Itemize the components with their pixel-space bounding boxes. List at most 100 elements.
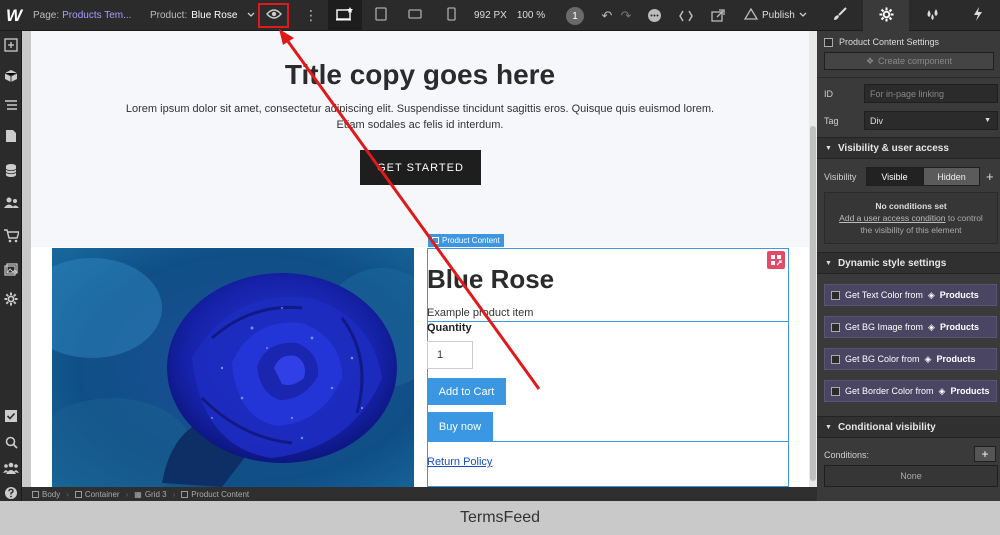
conditions-label: Conditions:: [824, 450, 870, 460]
product-label: Product:: [150, 10, 188, 21]
buy-now-button[interactable]: Buy now: [427, 412, 493, 441]
breadcrumb-item-container[interactable]: Container: [74, 490, 120, 499]
product-selector[interactable]: Product: Blue Rose: [150, 0, 255, 31]
quantity-label: Quantity: [427, 322, 472, 334]
breakpoint-landscape-button[interactable]: [398, 0, 432, 31]
add-user-access-condition-link[interactable]: Add a user access condition: [839, 213, 945, 223]
undo-icon[interactable]: ↶: [597, 0, 617, 31]
dynamic-item-label: Get BG Color from: [845, 354, 920, 364]
zoom-level: 100 %: [516, 10, 546, 21]
dynamic-item-label: Get BG Image from: [845, 322, 924, 332]
export-icon[interactable]: [708, 0, 728, 31]
breakpoint-portrait-button[interactable]: [434, 0, 468, 31]
section-conditional-label: Conditional visibility: [837, 421, 936, 433]
add-condition-button[interactable]: +: [974, 446, 996, 462]
breadcrumb-item-body[interactable]: Body: [32, 490, 60, 499]
tab-interactions[interactable]: [955, 0, 1000, 31]
add-to-cart-button[interactable]: Add to Cart: [427, 378, 506, 405]
team-icon[interactable]: [2, 459, 20, 477]
breakpoint-desktop-button[interactable]: [328, 0, 362, 31]
section-dynamic-style[interactable]: ▼ Dynamic style settings: [817, 252, 1000, 274]
publish-button[interactable]: Publish: [743, 0, 807, 31]
dynamic-bg-color-item[interactable]: Get BG Color from ◈ Products: [824, 348, 997, 370]
ecommerce-cart-icon[interactable]: [2, 227, 20, 245]
navigator-icon[interactable]: [2, 97, 20, 115]
create-component-button[interactable]: ❖ Create component: [824, 52, 994, 70]
tag-icon: ◈: [938, 385, 946, 396]
element-settings-icon[interactable]: [767, 251, 785, 269]
breakpoint-tablet-button[interactable]: [364, 0, 398, 31]
help-icon[interactable]: [2, 484, 20, 502]
checkbox[interactable]: [831, 290, 840, 300]
page-label: Page:: [33, 10, 60, 21]
tag-select[interactable]: Div ▼: [864, 111, 998, 130]
dynamic-item-label: Get Border Color from: [845, 386, 934, 396]
get-started-button[interactable]: GET STARTED: [360, 150, 481, 185]
breadcrumb-item-product-content[interactable]: Product Content: [181, 490, 249, 499]
canvas-size-readout: 992 PX 100 %: [474, 0, 545, 31]
top-toolbar: W Page: Products Tem... Product: Blue Ro…: [0, 0, 1000, 31]
tab-interactions-drops[interactable]: [909, 0, 955, 31]
dynamic-source: Products: [950, 386, 990, 396]
page-name: Products Tem...: [62, 10, 132, 21]
scrollbar-thumb[interactable]: [810, 126, 816, 481]
code-icon[interactable]: [676, 0, 696, 31]
hidden-toggle[interactable]: Hidden: [923, 167, 980, 186]
quantity-input[interactable]: 1: [427, 341, 473, 369]
symbols-cube-icon[interactable]: [2, 67, 20, 85]
hero-section[interactable]: Title copy goes here Lorem ipsum dolor s…: [31, 31, 809, 247]
audit-check-icon[interactable]: [2, 407, 20, 425]
add-panel-icon[interactable]: [2, 36, 20, 54]
hero-paragraph[interactable]: Lorem ipsum dolor sit amet, consectetur …: [121, 101, 719, 133]
breadcrumb-label: Grid 3: [144, 489, 167, 499]
checkbox[interactable]: [831, 354, 840, 364]
product-title[interactable]: Blue Rose: [427, 264, 554, 295]
canvas-scrollbar[interactable]: [809, 31, 817, 487]
section-conditional-visibility[interactable]: ▼ Conditional visibility: [817, 416, 1000, 438]
visible-toggle[interactable]: Visible: [866, 167, 923, 186]
cms-database-icon[interactable]: [2, 161, 20, 179]
preview-button[interactable]: [258, 3, 289, 28]
comments-icon[interactable]: [644, 0, 664, 31]
design-canvas[interactable]: Title copy goes here Lorem ipsum dolor s…: [31, 31, 809, 487]
tab-style[interactable]: [817, 0, 863, 31]
dynamic-bg-image-item[interactable]: Get BG Image from ◈ Products: [824, 316, 997, 338]
return-policy-link[interactable]: Return Policy: [427, 456, 492, 468]
section-visibility-label: Visibility & user access: [837, 142, 949, 154]
element-settings-label: Product Content Settings: [839, 37, 940, 47]
tablet-icon: [375, 7, 387, 24]
checkbox[interactable]: [831, 322, 840, 332]
product-image[interactable]: [52, 248, 414, 487]
more-options-icon[interactable]: ⋮: [304, 0, 318, 31]
element-checkbox[interactable]: [824, 37, 833, 47]
checkbox[interactable]: [831, 386, 840, 396]
hero-title[interactable]: Title copy goes here: [31, 59, 809, 91]
section-visibility[interactable]: ▼ Visibility & user access: [817, 137, 1000, 159]
dynamic-text-color-item[interactable]: Get Text Color from ◈ Products: [824, 284, 997, 306]
add-plus-icon[interactable]: +: [986, 169, 994, 184]
page-selector[interactable]: Page: Products Tem...: [33, 0, 131, 31]
settings-gear-icon[interactable]: [2, 290, 20, 308]
users-icon[interactable]: [2, 194, 20, 212]
breadcrumb-item-grid[interactable]: ▦ Grid 3: [134, 490, 166, 499]
assets-images-icon[interactable]: [2, 260, 20, 278]
drops-icon: [925, 8, 940, 24]
tab-settings[interactable]: [863, 0, 909, 31]
square-icon: [432, 237, 439, 244]
pages-icon[interactable]: [2, 127, 20, 145]
create-component-label: Create component: [878, 56, 953, 66]
dynamic-border-color-item[interactable]: Get Border Color from ◈ Products: [824, 380, 997, 402]
selected-element-badge[interactable]: Product Content: [428, 234, 504, 247]
element-settings-title: Product Content Settings: [817, 35, 1000, 49]
footer-caption: TermsFeed: [0, 501, 1000, 535]
paintbrush-icon: [833, 7, 847, 24]
divider: [427, 321, 789, 322]
product-subtitle[interactable]: Example product item: [427, 307, 533, 319]
notification-badge[interactable]: 1: [566, 7, 584, 25]
redo-icon[interactable]: ↷: [616, 0, 636, 31]
webflow-logo[interactable]: W: [0, 0, 28, 31]
search-icon[interactable]: [2, 433, 20, 451]
id-input[interactable]: For in-page linking: [864, 84, 998, 103]
dynamic-source: Products: [939, 322, 979, 332]
breadcrumb: Body › Container › ▦ Grid 3 › Product Con…: [22, 487, 817, 501]
